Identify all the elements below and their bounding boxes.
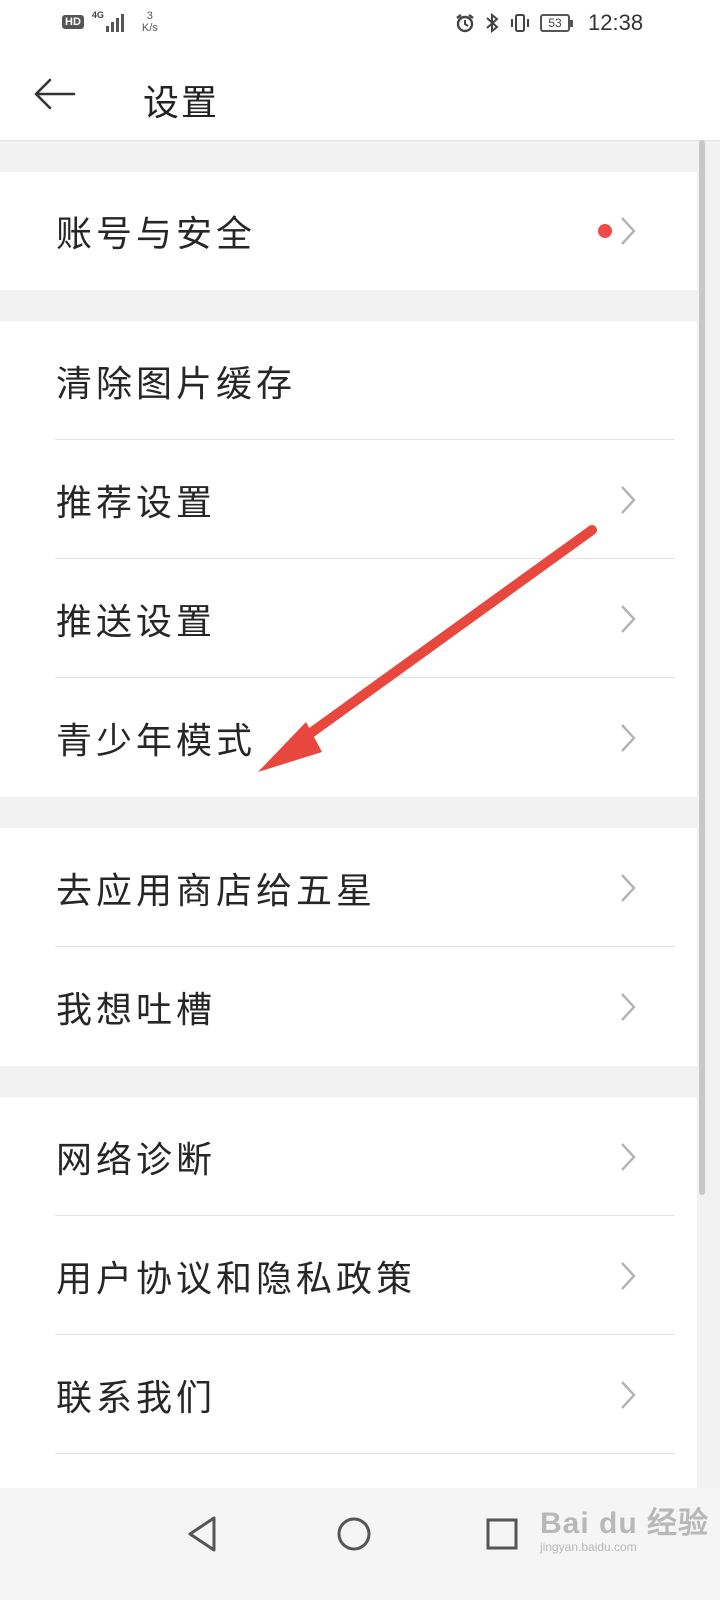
item-label: 清除图片缓存 — [56, 363, 297, 405]
chevron-right-icon — [621, 1142, 636, 1171]
vibrate-icon — [511, 14, 529, 32]
settings-item-clear-cache[interactable]: 清除图片缓存 — [0, 321, 697, 440]
speed-unit: K/s — [141, 22, 158, 34]
notification-dot — [598, 224, 612, 238]
settings-item-rate-app[interactable]: 去应用商店给五星 — [0, 828, 697, 947]
item-label: 账号与安全 — [56, 214, 257, 255]
item-label: 用户协议和隐私政策 — [56, 1258, 417, 1300]
settings-item-privacy-policy[interactable]: 用户协议和隐私政策 — [0, 1216, 697, 1335]
page-title: 设置 — [143, 83, 220, 124]
bluetooth-icon — [486, 12, 499, 34]
item-label: 青少年模式 — [56, 720, 257, 762]
home-circle-icon[interactable] — [332, 1512, 376, 1556]
chevron-right-icon — [621, 217, 636, 245]
item-label: 联系我们 — [56, 1377, 217, 1419]
watermark-sub: jingyan.baidu.com — [540, 1540, 637, 1554]
signal-icon: 4G — [92, 10, 128, 34]
item-label: 去应用商店给五星 — [56, 870, 377, 912]
watermark-text: Bai du 经验 — [540, 1507, 710, 1540]
settings-item-contact-us[interactable]: 联系我们 — [0, 1335, 697, 1454]
scrollbar[interactable] — [699, 140, 705, 1195]
item-label: 网络诊断 — [56, 1139, 217, 1181]
back-arrow-icon[interactable] — [30, 74, 78, 114]
status-left: HD 4G 3 K/s — [62, 10, 158, 34]
status-right: 53 — [454, 12, 573, 34]
settings-section-about: 网络诊断 用户协议和隐私政策 联系我们 — [0, 1097, 697, 1488]
settings-section-general: 清除图片缓存 推荐设置 推送设置 青少年模式 — [0, 321, 697, 797]
settings-item-recommend[interactable]: 推荐设置 — [0, 440, 697, 559]
chevron-right-icon — [621, 604, 636, 633]
chevron-right-icon — [621, 992, 636, 1021]
settings-item-complain[interactable]: 我想吐槽 — [0, 947, 697, 1066]
settings-item-teen-mode[interactable]: 青少年模式 — [0, 678, 697, 797]
status-bar: HD 4G 3 K/s 53 12:38 — [0, 0, 720, 48]
alarm-icon — [456, 14, 474, 33]
speed-value: 3 — [146, 10, 153, 22]
item-label: 推荐设置 — [56, 482, 217, 524]
recents-square-icon[interactable] — [480, 1512, 524, 1556]
chevron-right-icon — [621, 485, 636, 514]
settings-item-account-security[interactable]: 账号与安全 — [0, 172, 697, 290]
chevron-right-icon — [621, 723, 636, 752]
settings-item-network-diagnosis[interactable]: 网络诊断 — [0, 1097, 697, 1216]
settings-section-feedback: 去应用商店给五星 我想吐槽 — [0, 828, 697, 1066]
divider — [55, 1453, 675, 1454]
watermark: Bai du 经验 jingyan.baidu.com — [540, 1498, 709, 1554]
settings-section-account: 账号与安全 — [0, 172, 697, 290]
hd-badge: HD — [62, 15, 84, 29]
battery-icon: 53 — [540, 14, 573, 32]
chevron-right-icon — [621, 1380, 636, 1409]
item-label: 推送设置 — [56, 601, 217, 643]
settings-item-push[interactable]: 推送设置 — [0, 559, 697, 678]
item-label: 我想吐槽 — [56, 989, 217, 1031]
network-type: 4G — [91, 10, 104, 20]
status-time: 12:38 — [588, 10, 644, 35]
top-app-bar: 设置 — [0, 48, 720, 141]
back-triangle-icon[interactable] — [182, 1512, 226, 1556]
chevron-right-icon — [621, 873, 636, 902]
chevron-right-icon — [621, 1261, 636, 1290]
network-speed: 3 K/s — [142, 10, 158, 34]
